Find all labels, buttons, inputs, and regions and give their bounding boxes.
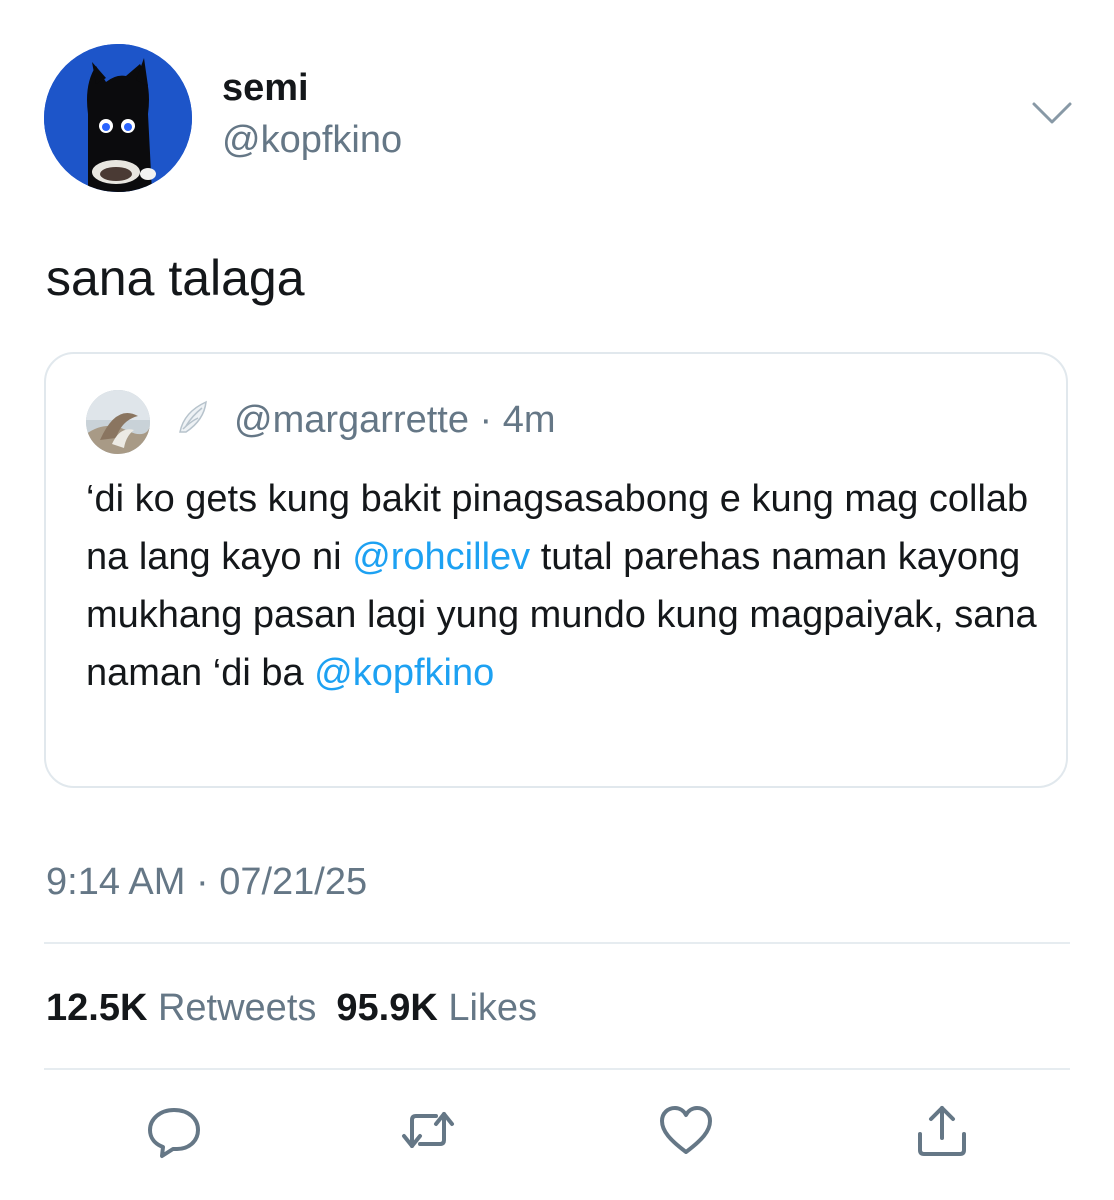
divider	[44, 1068, 1070, 1070]
share-button[interactable]	[912, 1100, 972, 1160]
tweet-stats: 12.5K Retweets 95.9K Likes	[46, 984, 537, 1032]
divider	[44, 942, 1070, 944]
share-icon	[918, 1106, 966, 1156]
quoted-tweet-text: ‘di ko gets kung bakit pinagsasabong e k…	[86, 470, 1046, 702]
quoted-author-handle[interactable]: @margarrette	[234, 399, 469, 441]
quoted-tweet-card[interactable]: @margarrette · 4m ‘di ko gets kung bakit…	[44, 352, 1068, 788]
mention-link[interactable]: @rohcillev	[352, 536, 530, 578]
likes-stat[interactable]: 95.9K Likes	[336, 987, 537, 1029]
retweet-icon	[402, 1112, 454, 1148]
retweet-button[interactable]	[398, 1100, 458, 1160]
quoted-time: 4m	[502, 399, 556, 441]
quoted-author-avatar[interactable]	[86, 390, 150, 454]
retweets-label: Retweets	[157, 987, 317, 1029]
author-handle[interactable]: @kopfkino	[222, 116, 402, 164]
chevron-down-icon[interactable]	[1030, 96, 1074, 128]
retweets-count: 12.5K	[46, 987, 148, 1029]
reply-icon	[148, 1108, 200, 1158]
author-display-name[interactable]: semi	[222, 64, 309, 112]
tweet-text: sana talaga	[46, 250, 305, 306]
tweet-timestamp[interactable]: 9:14 AM · 07/21/25	[46, 858, 367, 906]
mention-link[interactable]: @kopfkino	[314, 652, 494, 694]
reply-button[interactable]	[144, 1100, 204, 1160]
wing-emoji-icon	[174, 398, 212, 436]
quoted-author-meta[interactable]: @margarrette · 4m	[234, 396, 556, 444]
likes-count: 95.9K	[336, 987, 438, 1029]
likes-label: Likes	[448, 987, 538, 1029]
author-avatar[interactable]	[44, 44, 192, 192]
retweets-stat[interactable]: 12.5K Retweets	[46, 987, 316, 1029]
heart-icon	[660, 1106, 712, 1154]
meta-separator: ·	[479, 399, 493, 441]
like-button[interactable]	[656, 1100, 716, 1160]
